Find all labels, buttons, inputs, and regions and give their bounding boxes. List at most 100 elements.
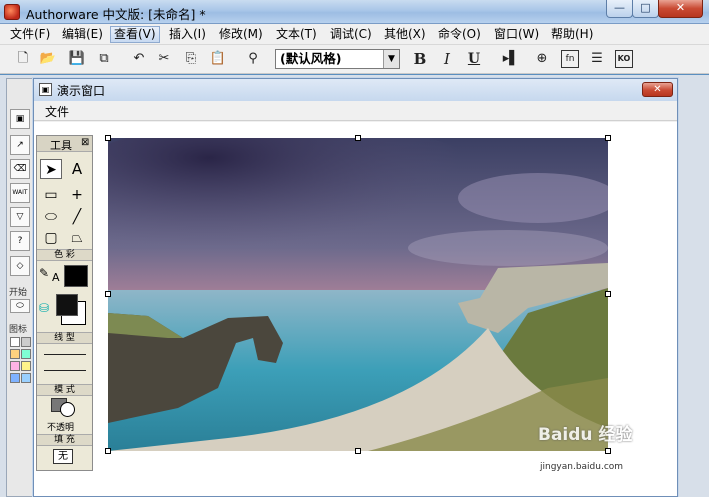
- fill-value-button[interactable]: 无: [53, 449, 73, 464]
- mode-circle-icon: [60, 402, 75, 417]
- fill-section-label: 填 充: [37, 434, 92, 446]
- knowledge-objects-button[interactable]: KO: [615, 50, 633, 68]
- swatch-gray[interactable]: [21, 337, 31, 347]
- polygon-tool-icon[interactable]: ⏢: [66, 228, 88, 248]
- bold-button[interactable]: B: [411, 50, 429, 68]
- resize-handle-n[interactable]: [355, 135, 361, 141]
- resize-handle-se[interactable]: [605, 448, 611, 454]
- line-style-thin[interactable]: [44, 354, 86, 355]
- swatch-orange[interactable]: [10, 349, 20, 359]
- presentation-menu-file[interactable]: 文件: [45, 103, 69, 120]
- functions-button[interactable]: fn: [561, 50, 579, 68]
- resize-handle-e[interactable]: [605, 291, 611, 297]
- menu-file[interactable]: 文件(F): [7, 26, 53, 43]
- underline-button[interactable]: U: [465, 50, 483, 68]
- color-section-label: 色 彩: [37, 249, 92, 261]
- paste-icon[interactable]: 📋: [209, 50, 227, 68]
- tools-panel-title: 工具: [50, 139, 72, 152]
- mode-section-label: 模 式: [37, 384, 92, 396]
- swatch-blue[interactable]: [10, 373, 20, 383]
- style-select-value: (默认风格): [280, 51, 342, 66]
- menu-help[interactable]: 帮助(H): [548, 26, 596, 43]
- resize-handle-sw[interactable]: [105, 448, 111, 454]
- restart-icon[interactable]: ▸▌: [502, 50, 520, 68]
- menu-view[interactable]: 查看(V): [110, 26, 160, 43]
- resize-handle-nw[interactable]: [105, 135, 111, 141]
- wait-icon[interactable]: WAIT: [10, 183, 30, 203]
- start-flag-label: 开始: [9, 288, 28, 298]
- menubar: 文件(F) 编辑(E) 查看(V) 插入(I) 修改(M) 文本(T) 调试(C…: [0, 24, 709, 45]
- text-tool[interactable]: A: [66, 159, 88, 179]
- menu-edit[interactable]: 编辑(E): [59, 26, 106, 43]
- maximize-button[interactable]: □: [632, 0, 659, 18]
- save-icon[interactable]: 💾: [68, 50, 86, 68]
- undo-icon[interactable]: ↶: [130, 50, 148, 68]
- mode-preview[interactable]: [51, 398, 77, 418]
- menu-modify[interactable]: 修改(M): [216, 26, 266, 43]
- open-folder-icon[interactable]: 📂: [39, 50, 57, 68]
- close-button[interactable]: ✕: [658, 0, 703, 18]
- rounded-rect-tool-icon[interactable]: ▢: [40, 228, 62, 248]
- menu-window[interactable]: 窗口(W): [491, 26, 542, 43]
- resize-handle-ne[interactable]: [605, 135, 611, 141]
- authorware-app-icon: [4, 4, 20, 20]
- rectangle-tool-icon[interactable]: ▭: [40, 185, 62, 205]
- presentation-close-button[interactable]: ✕: [642, 82, 673, 97]
- new-file-icon[interactable]: 🗋: [14, 50, 32, 68]
- presentation-title: 演示窗口: [57, 84, 106, 98]
- mode-value: 不透明: [47, 423, 75, 433]
- display-icon[interactable]: ▣: [10, 109, 30, 129]
- italic-button[interactable]: I: [438, 50, 456, 68]
- pencil-icon: ✎: [39, 266, 50, 280]
- find-icon[interactable]: ⚲: [244, 50, 262, 68]
- presentation-menubar: 文件: [34, 101, 677, 121]
- baidu-watermark: Baidu 经验: [538, 425, 633, 445]
- line-tool-icon[interactable]: ╱: [66, 207, 88, 227]
- swatch-lightblue[interactable]: [21, 373, 31, 383]
- coastal-arch-photo[interactable]: [108, 138, 608, 451]
- cut-icon[interactable]: ✂: [155, 50, 173, 68]
- resize-handle-s[interactable]: [355, 448, 361, 454]
- baidu-watermark-url: jingyan.baidu.com: [540, 462, 624, 472]
- decision-icon[interactable]: ▽: [10, 207, 30, 227]
- chevron-down-icon[interactable]: ▼: [383, 50, 399, 68]
- tools-panel-header[interactable]: 工具 ⊠: [37, 136, 92, 152]
- foreground-color-swatch[interactable]: [56, 294, 78, 316]
- start-flag-icon[interactable]: ⬭: [10, 299, 30, 313]
- menu-insert[interactable]: 插入(I): [166, 26, 209, 43]
- minimize-button[interactable]: —: [606, 0, 633, 18]
- text-color-label: A: [52, 271, 60, 284]
- erase-icon[interactable]: ⌫: [10, 159, 30, 179]
- menu-debug[interactable]: 调试(C): [327, 26, 375, 43]
- menu-other[interactable]: 其他(X): [381, 26, 429, 43]
- pointer-tool-icon[interactable]: ➤: [40, 159, 62, 179]
- app-titlebar[interactable]: Authorware 中文版: [未命名] * — □ ✕: [0, 0, 709, 24]
- interaction-icon[interactable]: ?: [10, 231, 30, 251]
- motion-icon[interactable]: ↗: [10, 135, 30, 155]
- line-style-section-label: 线 型: [37, 332, 92, 344]
- swatch-aqua[interactable]: [21, 349, 31, 359]
- ellipse-tool-icon[interactable]: ⬭: [40, 207, 62, 227]
- menu-text[interactable]: 文本(T): [273, 26, 320, 43]
- crosshair-tool-icon[interactable]: +: [66, 185, 88, 205]
- tools-panel-close-icon[interactable]: ⊠: [81, 137, 89, 148]
- line-style-medium[interactable]: [44, 370, 86, 371]
- variables-icon[interactable]: ☰: [588, 50, 606, 68]
- presentation-titlebar[interactable]: ▣ 演示窗口 ✕: [34, 79, 677, 101]
- resize-handle-w[interactable]: [105, 291, 111, 297]
- fill-bucket-icon: ⛁: [39, 301, 50, 315]
- import-icon[interactable]: ⧉: [95, 50, 113, 68]
- copy-icon[interactable]: ⎘: [182, 50, 200, 68]
- icon-palette: ▣ ↗ ⌫ WAIT ▽ ? ◇ 开始 ⬭ 图标: [6, 78, 34, 497]
- swatch-white[interactable]: [10, 337, 20, 347]
- landscape-image: [108, 138, 608, 451]
- line-color-swatch[interactable]: [64, 265, 88, 287]
- menu-command[interactable]: 命令(O): [435, 26, 484, 43]
- swatch-yellow[interactable]: [21, 361, 31, 371]
- swatch-pink[interactable]: [10, 361, 20, 371]
- tools-panel: 工具 ⊠ ➤ A ▭ + ⬭ ╱ ▢ ⏢ 色 彩 ✎ A ⛁ 线 型 模 式 不…: [36, 135, 93, 471]
- app-title: Authorware 中文版: [未命名] *: [26, 7, 206, 22]
- style-select[interactable]: (默认风格) ▼: [275, 49, 400, 69]
- control-panel-icon[interactable]: ⊕: [533, 50, 551, 68]
- calculation-icon[interactable]: ◇: [10, 256, 30, 276]
